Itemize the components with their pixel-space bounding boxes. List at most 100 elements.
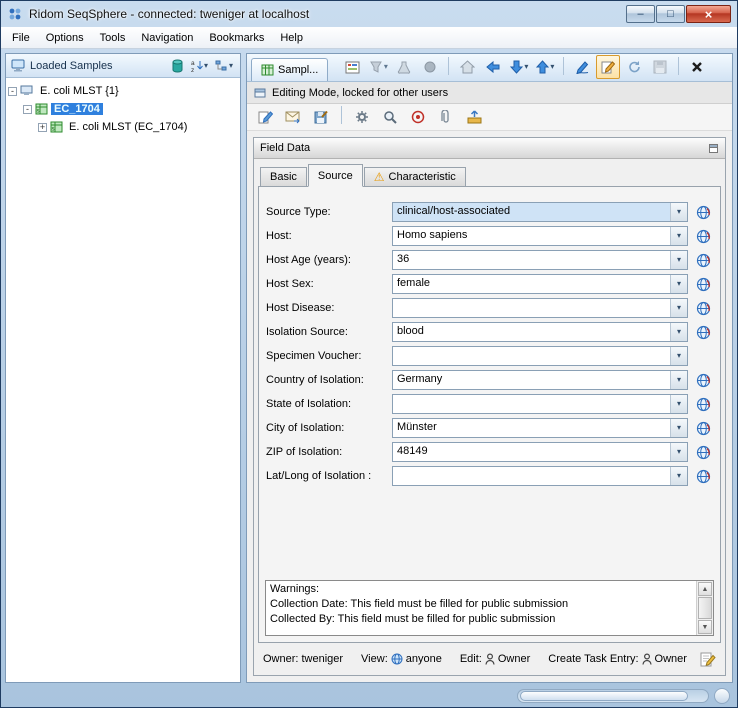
tree-label-project[interactable]: E. coli MLST {1}	[37, 85, 122, 97]
tab-characteristic[interactable]: ⚠ Characteristic	[364, 167, 466, 187]
close-sample-button[interactable]	[685, 55, 709, 79]
menu-help[interactable]: Help	[272, 29, 311, 47]
tree-row-sample[interactable]: - s EC_1704	[23, 100, 238, 118]
minimize-button[interactable]: –	[626, 5, 655, 23]
source-type-combobox[interactable]: clinical/host-associated ▾	[392, 202, 688, 222]
tree-label-task-entry[interactable]: E. coli MLST (EC_1704)	[66, 121, 190, 133]
sign-button[interactable]	[570, 55, 594, 79]
export-button[interactable]	[462, 106, 486, 128]
save-fields-button[interactable]	[309, 106, 333, 128]
ontology-lookup-button[interactable]	[693, 373, 713, 388]
edit-mode-toggle[interactable]	[596, 55, 620, 79]
target-button[interactable]	[406, 106, 430, 128]
save-button[interactable]	[648, 55, 672, 79]
state-combobox[interactable]: ▾	[392, 394, 688, 414]
resize-grip[interactable]	[714, 688, 730, 704]
send-mail-button[interactable]	[281, 106, 305, 128]
ontology-lookup-button[interactable]	[693, 277, 713, 292]
city-combobox[interactable]: Münster ▾	[392, 418, 688, 438]
ontology-lookup-button[interactable]	[693, 229, 713, 244]
filter-button[interactable]: ▾	[366, 55, 390, 79]
tree-row-task-entry[interactable]: + s E. coli MLST (EC_1704)	[38, 118, 238, 136]
collapse-toggle-icon[interactable]: -	[23, 105, 32, 114]
maximize-button[interactable]: □	[656, 5, 685, 23]
tab-sample[interactable]: Sampl...	[251, 58, 328, 81]
ontology-lookup-button[interactable]	[693, 301, 713, 316]
undock-panel-icon[interactable]	[708, 143, 719, 154]
combobox-value	[393, 347, 670, 365]
tools-gear-button[interactable]	[350, 106, 374, 128]
combobox-dropdown-button[interactable]: ▾	[670, 203, 687, 221]
scroll-up-button[interactable]: ▲	[698, 582, 712, 596]
tab-basic-label: Basic	[270, 171, 297, 183]
back-button[interactable]	[481, 55, 505, 79]
loaded-samples-header: Loaded Samples az ▾ ▾	[6, 54, 240, 78]
specimen-voucher-combobox[interactable]: ▾	[392, 346, 688, 366]
tree-label-sample-selected[interactable]: EC_1704	[51, 103, 103, 115]
tree-row-project[interactable]: - E. coli MLST {1}	[8, 82, 238, 100]
combobox-dropdown-button[interactable]: ▾	[670, 323, 687, 341]
horizontal-scrollbar[interactable]	[517, 689, 709, 703]
navigate-down-button[interactable]: ▾	[507, 55, 531, 79]
field-label: Isolation Source:	[266, 326, 387, 338]
combobox-dropdown-button[interactable]: ▾	[670, 347, 687, 365]
combobox-dropdown-button[interactable]: ▾	[670, 227, 687, 245]
tab-source[interactable]: Source	[308, 164, 363, 187]
edit-permissions-button[interactable]	[700, 652, 716, 667]
host-age-combobox[interactable]: 36 ▾	[392, 250, 688, 270]
menu-tools[interactable]: Tools	[92, 29, 134, 47]
home-button[interactable]	[455, 55, 479, 79]
zip-combobox[interactable]: 48149 ▾	[392, 442, 688, 462]
collapse-toggle-icon[interactable]: -	[8, 87, 17, 96]
combobox-dropdown-button[interactable]: ▾	[670, 419, 687, 437]
menu-navigation[interactable]: Navigation	[133, 29, 201, 47]
ontology-lookup-button[interactable]	[693, 253, 713, 268]
combobox-dropdown-button[interactable]: ▾	[670, 371, 687, 389]
person-icon	[485, 653, 495, 665]
scroll-down-button[interactable]: ▼	[698, 620, 712, 634]
chevron-down-icon: ▾	[384, 63, 388, 71]
refresh-button[interactable]	[622, 55, 646, 79]
ontology-lookup-button[interactable]	[693, 397, 713, 412]
combobox-dropdown-button[interactable]: ▾	[670, 275, 687, 293]
menu-bookmarks[interactable]: Bookmarks	[201, 29, 272, 47]
combobox-dropdown-button[interactable]: ▾	[670, 299, 687, 317]
navigate-up-button[interactable]: ▾	[533, 55, 557, 79]
horizontal-scrollbar-thumb[interactable]	[520, 691, 688, 701]
host-disease-combobox[interactable]: ▾	[392, 298, 688, 318]
combobox-dropdown-button[interactable]: ▾	[670, 467, 687, 485]
view-mode-button[interactable]: ▾	[213, 58, 235, 73]
combobox-dropdown-button[interactable]: ▾	[670, 443, 687, 461]
ontology-lookup-button[interactable]	[693, 421, 713, 436]
combobox-dropdown-button[interactable]: ▾	[670, 251, 687, 269]
edit-fields-button[interactable]	[253, 106, 277, 128]
country-combobox[interactable]: Germany ▾	[392, 370, 688, 390]
record-button[interactable]	[418, 55, 442, 79]
host-combobox[interactable]: Homo sapiens ▾	[392, 226, 688, 246]
isolation-source-combobox[interactable]: blood ▾	[392, 322, 688, 342]
search-button[interactable]	[378, 106, 402, 128]
close-button[interactable]: ×	[686, 5, 731, 23]
menu-options[interactable]: Options	[38, 29, 92, 47]
tab-basic[interactable]: Basic	[260, 167, 307, 187]
ontology-lookup-button[interactable]	[693, 205, 713, 220]
ontology-lookup-button[interactable]	[693, 469, 713, 484]
warnings-scrollbar[interactable]: ▲ ▼	[696, 581, 713, 635]
expand-toggle-icon[interactable]: +	[38, 123, 47, 132]
lat-long-combobox[interactable]: ▾	[392, 466, 688, 486]
ontology-lookup-button[interactable]	[693, 325, 713, 340]
database-button[interactable]	[169, 58, 186, 74]
report-button[interactable]	[340, 55, 364, 79]
warning-line: Collected By: This field must be filled …	[270, 612, 692, 627]
menu-file[interactable]: File	[4, 29, 38, 47]
title-bar[interactable]: Ridom SeqSphere - connected: tweniger at…	[1, 1, 737, 27]
scrollbar-thumb[interactable]	[698, 597, 712, 619]
combobox-dropdown-button[interactable]: ▾	[670, 395, 687, 413]
host-sex-combobox[interactable]: female ▾	[392, 274, 688, 294]
sort-button[interactable]: az ▾	[189, 58, 210, 74]
analysis-button[interactable]	[392, 55, 416, 79]
warning-icon: ⚠	[374, 171, 385, 183]
edit-value: Owner	[498, 653, 530, 665]
ontology-lookup-button[interactable]	[693, 445, 713, 460]
attachment-button[interactable]	[434, 106, 458, 128]
